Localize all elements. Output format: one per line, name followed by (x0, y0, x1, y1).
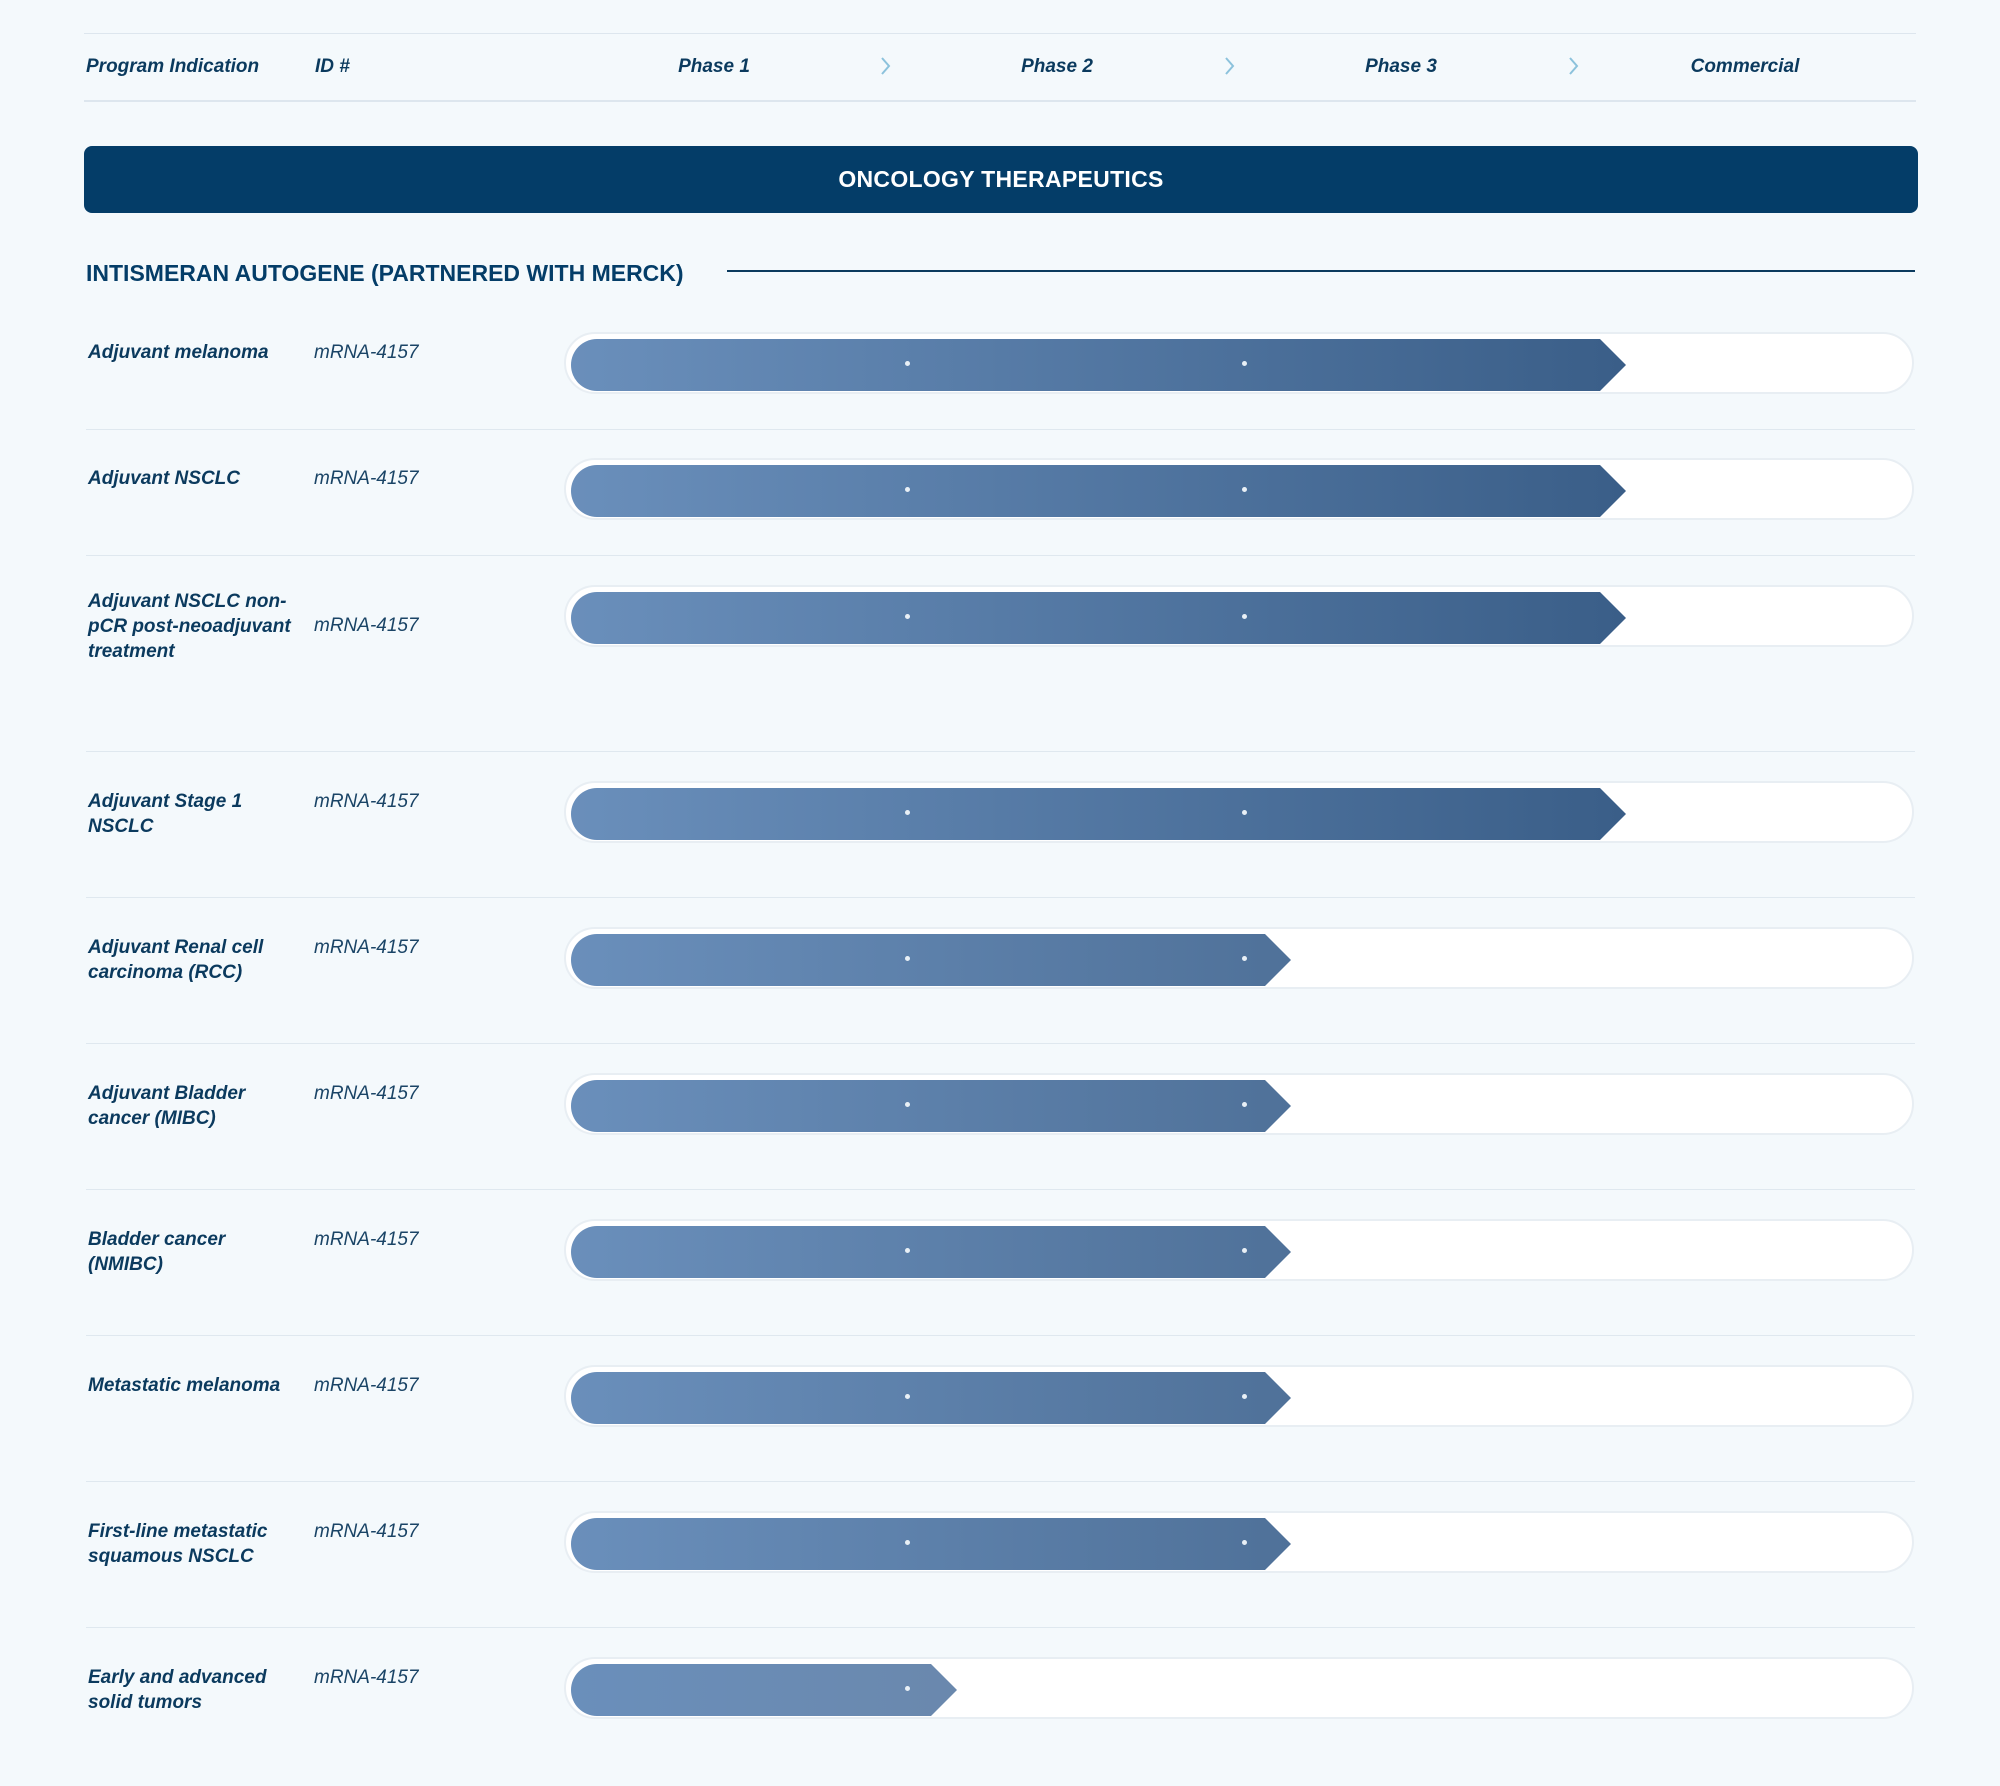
progress-track (564, 585, 1914, 647)
progress-bar (571, 465, 1626, 517)
program-indication: Adjuvant Renal cell carcinoma (RCC) (88, 937, 264, 983)
progress-track (564, 458, 1914, 520)
program-id: mRNA-4157 (314, 1375, 419, 1396)
phase-marker-dot (905, 1686, 910, 1691)
program-id: mRNA-4157 (314, 791, 419, 812)
progress-track (564, 927, 1914, 989)
progress-track (564, 1073, 1914, 1135)
program-id: mRNA-4157 (314, 468, 419, 489)
program-indication: First-line metastatic squamous NSCLC (88, 1521, 268, 1567)
phase-marker-dot (905, 1394, 910, 1399)
phase-marker-dot (1242, 1394, 1247, 1399)
program-id: mRNA-4157 (314, 1083, 419, 1104)
phase-marker-dot (905, 956, 910, 961)
phase-marker-dot (1242, 487, 1247, 492)
phase-marker-dot (905, 1102, 910, 1107)
program-id: mRNA-4157 (314, 937, 419, 958)
program-indication: Bladder cancer (NMIBC) (88, 1229, 226, 1275)
program-indication: Adjuvant Stage 1 NSCLC (88, 791, 243, 837)
chevron-right-icon (881, 57, 891, 75)
phase-marker-dot (905, 810, 910, 815)
row-divider (86, 429, 1915, 430)
phase-marker-dot (1242, 614, 1247, 619)
progress-bar (571, 339, 1626, 391)
progress-track (564, 1365, 1914, 1427)
progress-track (564, 1219, 1914, 1281)
phase-marker-dot (1242, 1102, 1247, 1107)
progress-bar (571, 788, 1626, 840)
progress-track (564, 1657, 1914, 1719)
program-indication: Metastatic melanoma (88, 1375, 281, 1396)
program-indication: Adjuvant NSCLC non-pCR post-neoadjuvant … (88, 591, 291, 662)
row-divider (86, 1189, 1915, 1190)
program-row[interactable]: Bladder cancer (NMIBC) mRNA-4157 (86, 1219, 1916, 1289)
row-divider (86, 751, 1915, 752)
progress-bar (571, 1226, 1291, 1278)
progress-track (564, 1511, 1914, 1573)
program-id: mRNA-4157 (314, 1229, 419, 1250)
chevron-right-icon (1225, 57, 1235, 75)
row-divider (86, 1627, 1915, 1628)
program-row[interactable]: Early and advanced solid tumors mRNA-4157 (86, 1657, 1916, 1727)
progress-bar (571, 1664, 957, 1716)
header-program-indication: Program Indication (86, 56, 260, 77)
progress-bar (571, 934, 1291, 986)
program-indication: Adjuvant Bladder cancer (MIBC) (88, 1083, 246, 1129)
pipeline-header: Program Indication ID # Phase 1 Phase 2 … (84, 33, 1916, 102)
progress-track (564, 781, 1914, 843)
row-divider (86, 1335, 1915, 1336)
program-row[interactable]: Metastatic melanoma mRNA-4157 (86, 1365, 1916, 1435)
phase-marker-dot (905, 1248, 910, 1253)
program-row[interactable]: Adjuvant melanoma mRNA-4157 (86, 332, 1916, 402)
phase-marker-dot (905, 361, 910, 366)
program-indication: Adjuvant melanoma (88, 342, 269, 363)
phase-marker-dot (1242, 361, 1247, 366)
progress-bar (571, 1080, 1291, 1132)
program-id: mRNA-4157 (314, 1521, 419, 1542)
row-divider (86, 1043, 1915, 1044)
phase-marker-dot (1242, 1248, 1247, 1253)
category-banner-title: ONCOLOGY THERAPEUTICS (838, 166, 1164, 192)
header-phase-1: Phase 1 (678, 56, 750, 77)
program-indication: Adjuvant NSCLC (88, 468, 240, 489)
phase-marker-dot (1242, 956, 1247, 961)
program-row[interactable]: First-line metastatic squamous NSCLC mRNA… (86, 1511, 1916, 1581)
row-divider (86, 1481, 1915, 1482)
progress-bar (571, 1372, 1291, 1424)
phase-marker-dot (1242, 810, 1247, 815)
program-id: mRNA-4157 (314, 342, 419, 363)
program-id: mRNA-4157 (314, 1667, 419, 1688)
program-id: mRNA-4157 (314, 615, 419, 636)
progress-track (564, 332, 1914, 394)
progress-bar (571, 592, 1626, 644)
chevron-right-icon (1569, 57, 1579, 75)
header-commercial: Commercial (1690, 56, 1800, 77)
program-row[interactable]: Adjuvant Renal cell carcinoma (RCC) mRNA-… (86, 927, 1916, 997)
program-indication: Early and advanced solid tumors (88, 1667, 267, 1713)
progress-bar (571, 1518, 1291, 1570)
section-divider (727, 270, 1915, 272)
category-banner: ONCOLOGY THERAPEUTICS (84, 146, 1918, 213)
row-divider (86, 897, 1915, 898)
phase-marker-dot (905, 487, 910, 492)
phase-marker-dot (1242, 1540, 1247, 1545)
program-row[interactable]: Adjuvant Stage 1 NSCLC mRNA-4157 (86, 781, 1916, 851)
phase-marker-dot (905, 1540, 910, 1545)
phase-marker-dot (905, 614, 910, 619)
program-row[interactable]: Adjuvant NSCLC mRNA-4157 (86, 458, 1916, 528)
header-phase-3: Phase 3 (1365, 56, 1437, 77)
header-phase-2: Phase 2 (1021, 56, 1093, 77)
header-id: ID # (315, 56, 350, 77)
program-row[interactable]: Adjuvant NSCLC non-pCR post-neoadjuvant … (86, 585, 1916, 662)
program-row[interactable]: Adjuvant Bladder cancer (MIBC) mRNA-4157 (86, 1073, 1916, 1143)
row-divider (86, 555, 1915, 556)
section-title: INTISMERAN AUTOGENE (PARTNERED WITH MERC… (86, 260, 684, 286)
